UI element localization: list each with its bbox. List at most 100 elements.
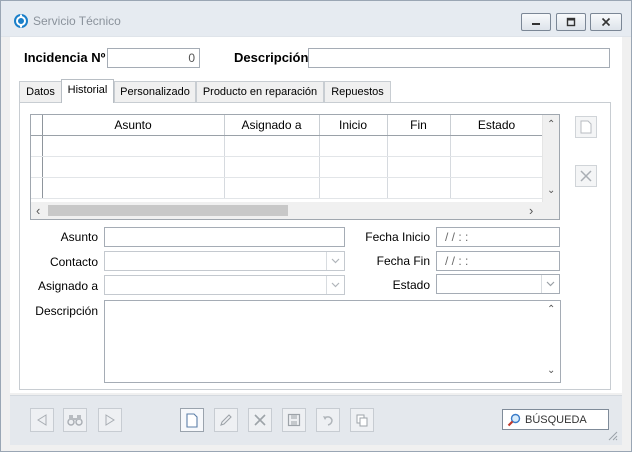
scroll-down-icon[interactable]: ⌄ <box>547 365 555 376</box>
horizontal-scroll-thumb[interactable] <box>48 205 288 216</box>
title-bar[interactable]: Servicio Técnico <box>1 1 631 37</box>
chevron-down-icon <box>331 282 340 288</box>
undo-icon <box>323 416 333 426</box>
previous-record-button[interactable] <box>30 408 54 432</box>
floppy-disk-icon <box>287 413 301 427</box>
asignado-label: Asignado a <box>37 279 98 293</box>
tab-datos[interactable]: Datos <box>19 81 62 102</box>
grid-row-selector[interactable] <box>31 156 43 178</box>
tab-historial[interactable]: Historial <box>61 79 114 103</box>
minimize-button[interactable] <box>521 13 551 31</box>
descripcion-header-field[interactable] <box>308 48 610 68</box>
descripcion-label: Descripción <box>35 304 98 318</box>
save-record-button[interactable] <box>282 408 306 432</box>
table-row[interactable] <box>31 135 544 157</box>
pencil-icon <box>220 414 232 426</box>
tab-repuestos[interactable]: Repuestos <box>324 81 391 102</box>
contacto-label: Contacto <box>49 255 98 269</box>
fecha-inicio-label: Fecha Inicio <box>365 230 430 244</box>
search-button-label: BÚSQUEDA <box>525 413 587 426</box>
grid-cell[interactable] <box>319 177 388 199</box>
asunto-field[interactable] <box>104 227 345 247</box>
grid-cell[interactable] <box>319 135 388 157</box>
app-gear-icon <box>14 14 28 28</box>
resize-grip-icon[interactable] <box>606 429 618 441</box>
scroll-left-icon[interactable]: ‹ <box>36 203 40 218</box>
grid-cell[interactable] <box>450 156 544 178</box>
grid-cell[interactable] <box>224 177 320 199</box>
delete-record-button[interactable] <box>248 408 272 432</box>
grid-cell[interactable] <box>387 177 451 199</box>
grid-row-selector[interactable] <box>31 177 43 199</box>
contacto-combo[interactable] <box>104 251 345 271</box>
asignado-combo[interactable] <box>104 275 345 295</box>
scroll-up-icon[interactable]: ⌃ <box>547 119 555 130</box>
arrow-left-icon <box>37 414 47 426</box>
grid-cell[interactable] <box>224 135 320 157</box>
next-record-button[interactable] <box>98 408 122 432</box>
magnifier-icon <box>507 413 521 426</box>
grid-header-estado[interactable]: Estado <box>450 115 544 136</box>
close-button[interactable] <box>590 13 622 31</box>
grid-cell[interactable] <box>42 135 225 157</box>
new-record-button[interactable] <box>180 408 204 432</box>
historial-grid[interactable]: Asunto Asignado a Inicio Fin Estado ⌃ ⌄ … <box>30 114 560 220</box>
table-row[interactable] <box>31 177 544 199</box>
incidencia-field[interactable]: 0 <box>107 48 200 68</box>
grid-row-selector[interactable] <box>31 135 43 157</box>
grid-cell[interactable] <box>387 135 451 157</box>
scroll-up-icon[interactable]: ⌃ <box>547 304 555 315</box>
window-title: Servicio Técnico <box>33 14 121 28</box>
descripcion-memo[interactable]: ⌃ ⌄ <box>104 300 561 383</box>
grid-cell[interactable] <box>450 177 544 199</box>
grid-header-fin[interactable]: Fin <box>387 115 451 136</box>
asignado-dropdown-button[interactable] <box>326 276 344 294</box>
contacto-dropdown-button[interactable] <box>326 252 344 270</box>
grid-cell[interactable] <box>450 135 544 157</box>
grid-header-asignado[interactable]: Asignado a <box>224 115 320 136</box>
estado-dropdown-button[interactable] <box>541 275 559 293</box>
copy-record-button[interactable] <box>350 408 374 432</box>
grid-cell[interactable] <box>42 177 225 199</box>
grid-row-selector-header <box>31 115 43 136</box>
close-icon <box>601 17 611 27</box>
scroll-right-icon[interactable]: › <box>529 203 533 218</box>
arrow-right-icon <box>105 414 115 426</box>
grid-cell[interactable] <box>319 156 388 178</box>
table-row[interactable] <box>31 156 544 178</box>
bottom-toolbar: BÚSQUEDA <box>10 395 622 445</box>
asunto-label: Asunto <box>60 230 98 244</box>
maximize-icon <box>566 17 576 27</box>
find-button[interactable] <box>63 408 87 432</box>
delete-line-button[interactable] <box>575 165 597 187</box>
grid-horizontal-scrollbar[interactable]: ‹ › <box>31 202 559 219</box>
estado-combo[interactable] <box>436 274 560 294</box>
search-button[interactable]: BÚSQUEDA <box>502 409 609 430</box>
chevron-down-icon <box>546 281 555 287</box>
descripcion-header-label: Descripción <box>234 50 309 65</box>
fecha-inicio-field[interactable]: / / : : <box>436 227 560 247</box>
grid-header-inicio[interactable]: Inicio <box>319 115 388 136</box>
scroll-down-icon[interactable]: ⌄ <box>547 185 555 196</box>
grid-vertical-scrollbar[interactable]: ⌃ ⌄ <box>542 115 559 203</box>
tab-producto-reparacion[interactable]: Producto en reparación <box>196 81 324 102</box>
minimize-icon <box>532 23 540 25</box>
estado-label: Estado <box>392 278 430 292</box>
new-line-button[interactable] <box>575 116 597 138</box>
fecha-fin-field[interactable]: / / : : <box>436 251 560 271</box>
new-document-icon <box>580 120 592 134</box>
fecha-fin-label: Fecha Fin <box>376 254 430 268</box>
delete-icon <box>254 414 266 426</box>
grid-cell[interactable] <box>387 156 451 178</box>
grid-cell[interactable] <box>224 156 320 178</box>
tab-personalizado[interactable]: Personalizado <box>114 81 196 102</box>
grid-cell[interactable] <box>42 156 225 178</box>
memo-vertical-scrollbar[interactable]: ⌃ ⌄ <box>543 301 560 382</box>
incidencia-label: Incidencia Nº <box>24 50 106 65</box>
maximize-button[interactable] <box>556 13 586 31</box>
undo-button[interactable] <box>316 408 340 432</box>
delete-icon <box>580 170 592 182</box>
edit-record-button[interactable] <box>214 408 238 432</box>
grid-header-asunto[interactable]: Asunto <box>42 115 225 136</box>
new-document-icon <box>186 412 198 428</box>
